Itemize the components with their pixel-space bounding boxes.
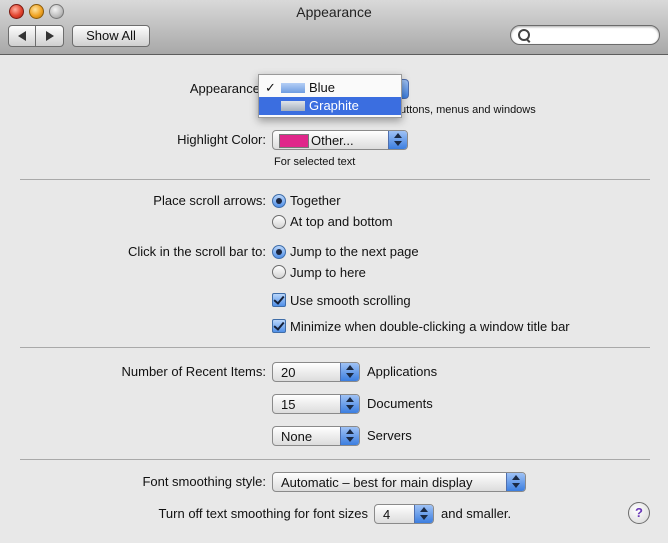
radio-jump-here[interactable] [272,265,286,279]
scroll-click-label: Click in the scroll bar to: [128,244,266,259]
popup-arrows-icon [506,473,525,491]
radio-top-and-bottom-label: At top and bottom [290,214,393,229]
menu-item-blue[interactable]: ✓ Blue [259,79,401,97]
menu-item-label: Graphite [309,98,359,113]
checkbox-minimize-double-click-label: Minimize when double-clicking a window t… [290,319,570,334]
recent-servers-value: None [281,429,313,444]
window-toolbar: Appearance Show All [0,0,668,55]
recent-applications-value: 20 [281,365,296,380]
separator [20,179,650,180]
recent-servers-label: Servers [367,428,412,443]
appearance-label: Appearance [189,81,260,96]
popup-arrows-icon [340,395,359,413]
recent-applications-popup[interactable]: 20 [272,362,360,382]
help-button[interactable]: ? [628,502,650,524]
checkmark-icon [273,293,285,305]
recent-servers-popup[interactable]: None [272,426,360,446]
blue-swatch [281,83,305,93]
menu-item-graphite[interactable]: Graphite [259,97,401,115]
recent-documents-value: 15 [281,397,296,412]
separator [20,347,650,348]
text-smoothing-label: Turn off text smoothing for font sizes [158,506,368,521]
checkbox-smooth-scrolling-label: Use smooth scrolling [290,293,411,308]
radio-jump-next-page-label: Jump to the next page [290,244,419,259]
graphite-swatch [281,101,305,111]
checkmark-icon: ✓ [265,80,276,95]
highlight-label: Highlight Color: [177,132,266,147]
highlight-color-popup[interactable]: Other... [272,130,408,150]
text-smoothing-size-popup[interactable]: 4 [374,504,434,524]
window-title: Appearance [296,4,372,20]
back-button[interactable] [9,26,36,46]
popup-arrows-icon [388,131,407,149]
search-input[interactable] [510,25,660,45]
radio-together[interactable] [272,194,286,208]
popup-arrows-icon [414,505,433,523]
font-smoothing-value: Automatic – best for main display [281,475,473,490]
left-arrow-icon [18,31,26,41]
checkmark-icon [273,319,285,331]
recent-documents-label: Documents [367,396,433,411]
recent-items-label: Number of Recent Items: [121,364,267,379]
highlight-value: Other... [311,133,354,148]
checkbox-minimize-double-click[interactable] [272,319,286,333]
popup-arrows-icon [340,363,359,381]
radio-together-label: Together [290,193,341,208]
scroll-arrows-label: Place scroll arrows: [153,193,266,208]
show-all-button[interactable]: Show All [72,25,150,47]
recent-documents-popup[interactable]: 15 [272,394,360,414]
popup-arrows-icon [340,427,359,445]
recent-applications-label: Applications [367,364,438,379]
forward-button[interactable] [36,26,62,46]
radio-top-and-bottom[interactable] [272,215,286,229]
right-arrow-icon [46,31,54,41]
appearance-note: uttons, menus and windows [400,104,536,116]
question-mark-icon: ? [635,505,643,520]
radio-jump-next-page[interactable] [272,245,286,259]
appearance-menu: ✓ Blue Graphite [258,74,402,118]
checkbox-smooth-scrolling[interactable] [272,293,286,307]
text-smoothing-size-value: 4 [383,507,391,522]
highlight-swatch [279,134,309,148]
font-smoothing-label: Font smoothing style: [142,474,266,489]
text-smoothing-suffix: and smaller. [441,506,512,521]
menu-item-label: Blue [309,80,336,95]
back-forward-control [8,25,64,47]
font-smoothing-popup[interactable]: Automatic – best for main display [272,472,526,492]
highlight-note: For selected text [274,156,356,168]
separator [20,459,650,460]
radio-jump-here-label: Jump to here [290,265,366,280]
